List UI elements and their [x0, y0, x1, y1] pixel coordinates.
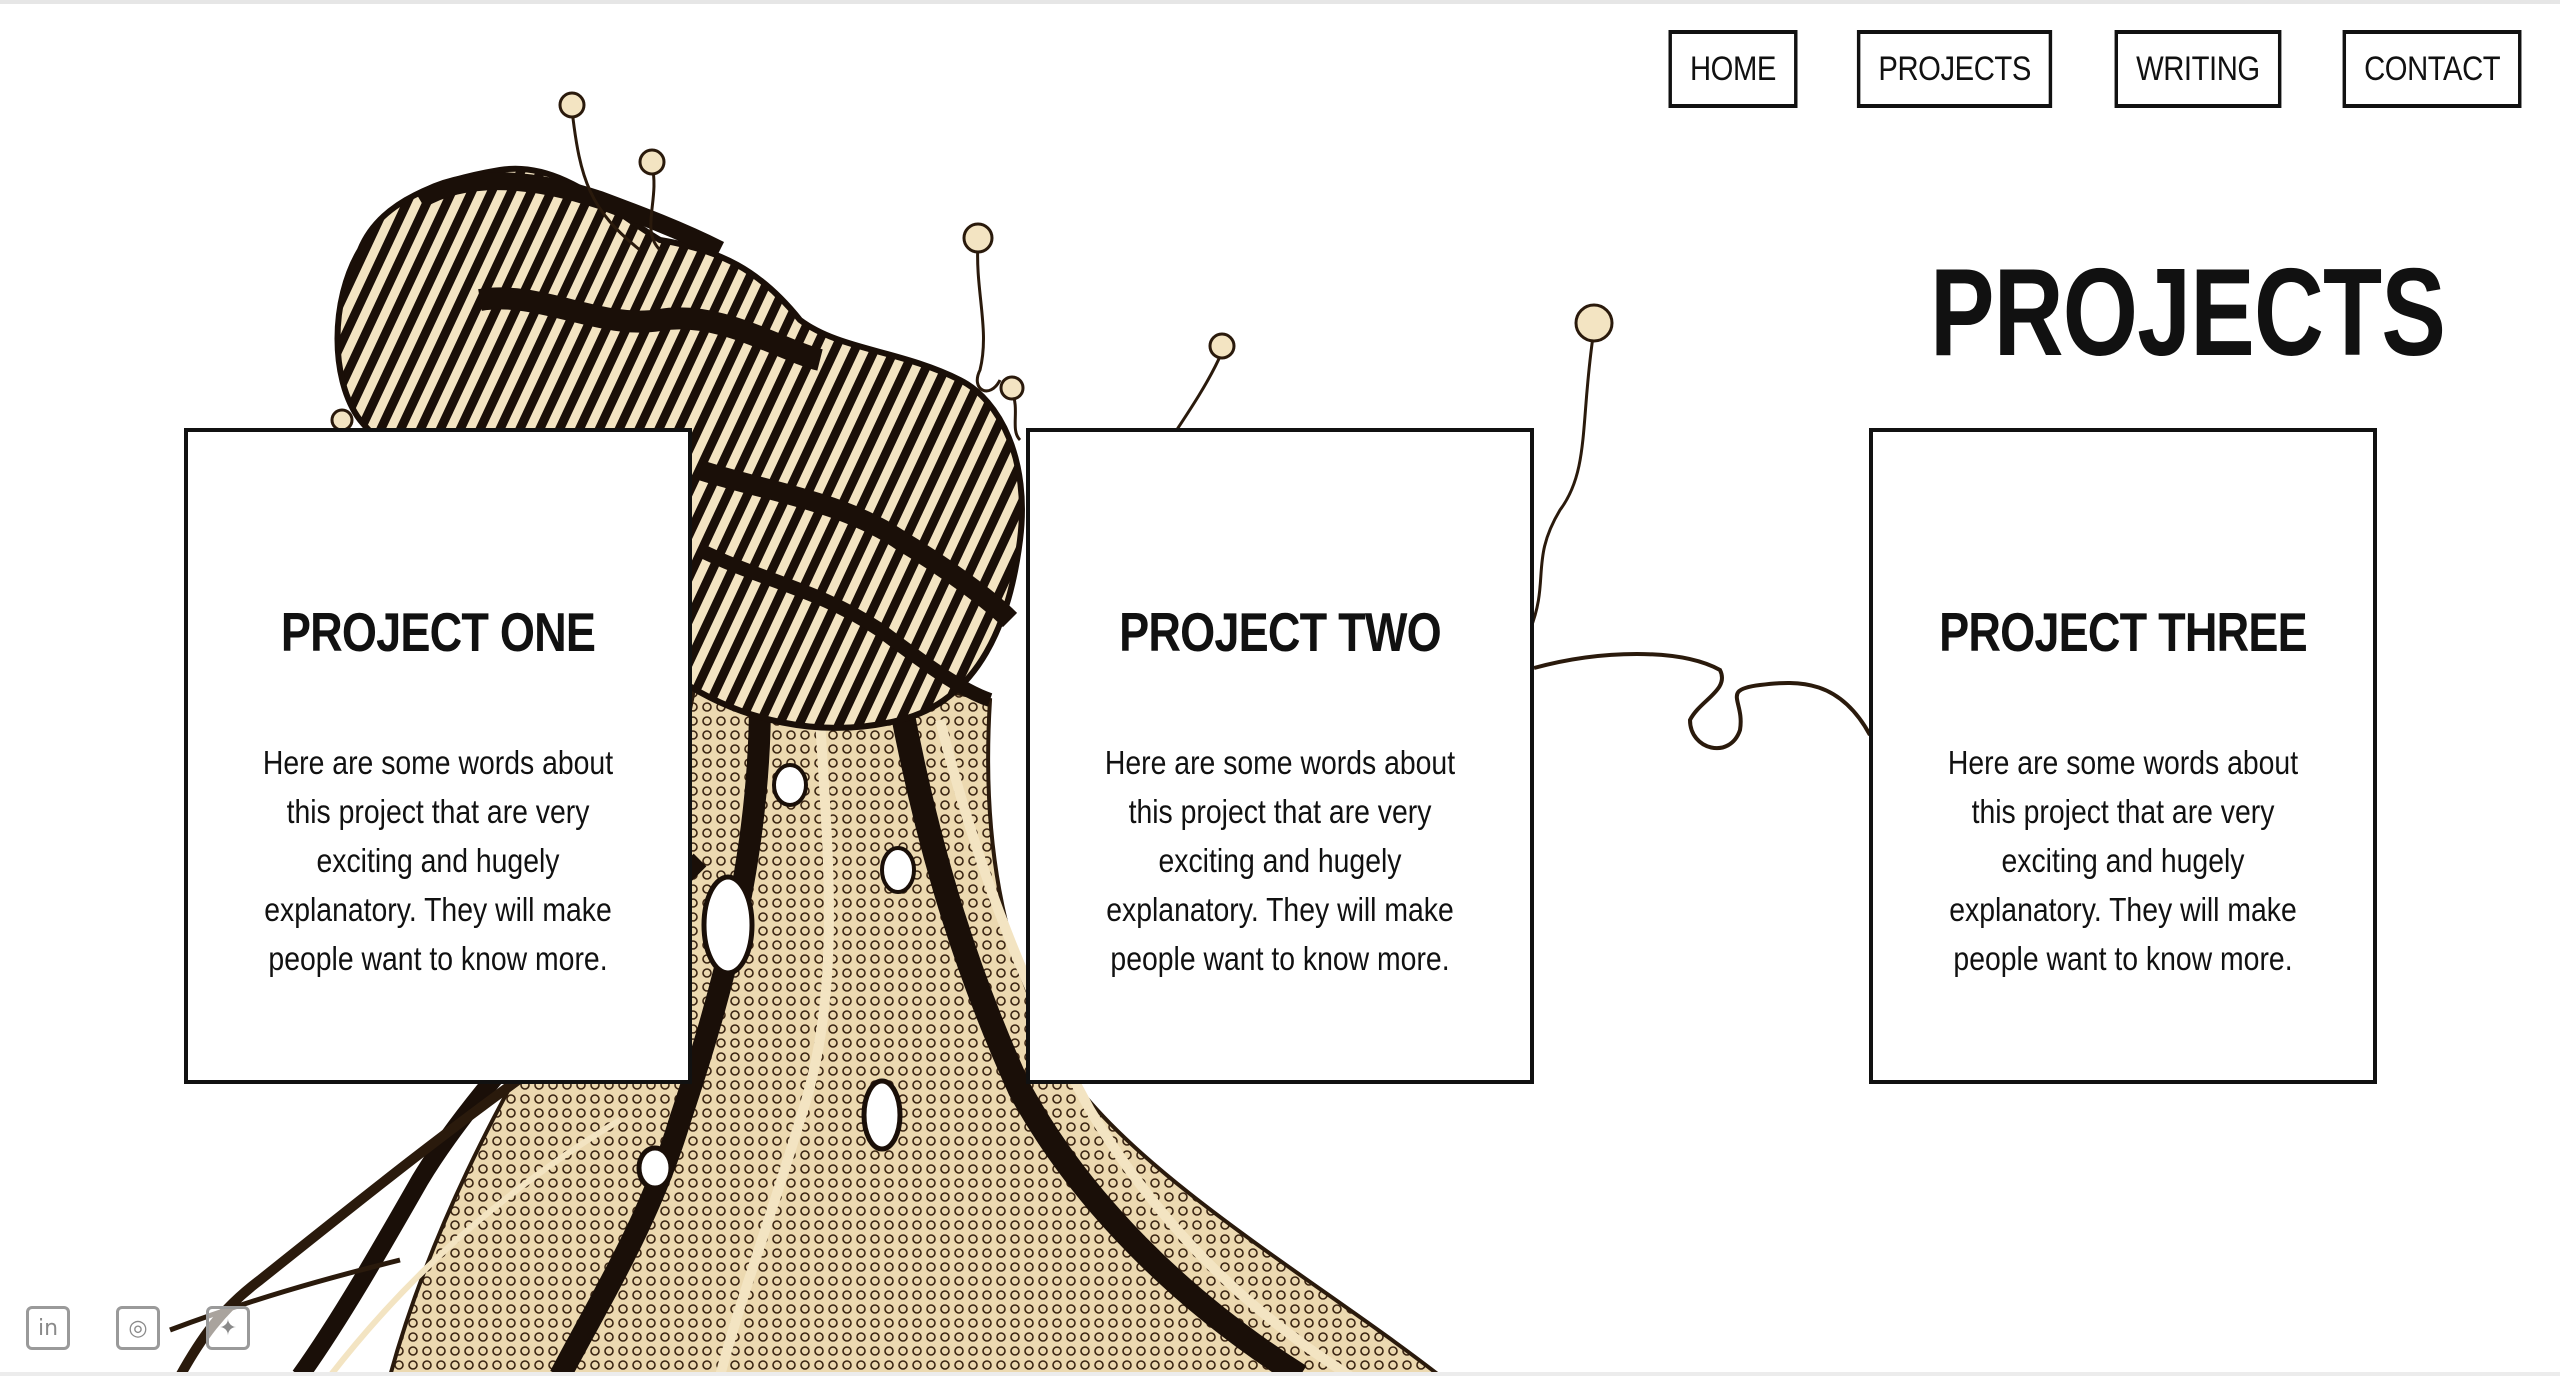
nav-contact-label: CONTACT	[2363, 49, 2501, 88]
bottom-rule	[0, 1372, 2560, 1376]
project-card-title: PROJECT TWO	[1119, 601, 1442, 663]
project-card-body: Here are some words about this project t…	[1104, 744, 1456, 977]
page: HOME PROJECTS WRITING CONTACT PROJECTS P…	[0, 0, 2560, 1376]
instagram-glyph: ◎	[128, 1315, 148, 1341]
main-nav: HOME PROJECTS WRITING CONTACT	[1658, 30, 2536, 108]
project-card-title: PROJECT ONE	[280, 601, 596, 663]
nav-home-button[interactable]: HOME	[1668, 30, 1798, 108]
nav-home-label: HOME	[1689, 49, 1776, 88]
project-card-two[interactable]: PROJECT TWO Here are some words about th…	[1026, 428, 1534, 1084]
linkedin-glyph: in	[37, 1315, 59, 1341]
project-card-one[interactable]: PROJECT ONE Here are some words about th…	[184, 428, 692, 1084]
nav-projects-label: PROJECTS	[1877, 49, 2031, 88]
twitter-glyph: ✦	[218, 1315, 238, 1341]
linkedin-icon[interactable]: in	[26, 1306, 70, 1350]
project-card-body: Here are some words about this project t…	[262, 744, 614, 977]
nav-contact-button[interactable]: CONTACT	[2342, 30, 2522, 108]
nav-projects-button[interactable]: PROJECTS	[1856, 30, 2052, 108]
page-title: PROJECTS	[1930, 244, 2446, 383]
nav-writing-button[interactable]: WRITING	[2114, 30, 2282, 108]
social-links: in ◎ ✦	[26, 1306, 250, 1350]
instagram-icon[interactable]: ◎	[116, 1306, 160, 1350]
nav-writing-label: WRITING	[2135, 49, 2260, 88]
project-card-title: PROJECT THREE	[1939, 601, 2308, 663]
project-card-body: Here are some words about this project t…	[1947, 744, 2299, 977]
twitter-icon[interactable]: ✦	[206, 1306, 250, 1350]
project-card-three[interactable]: PROJECT THREE Here are some words about …	[1869, 428, 2377, 1084]
